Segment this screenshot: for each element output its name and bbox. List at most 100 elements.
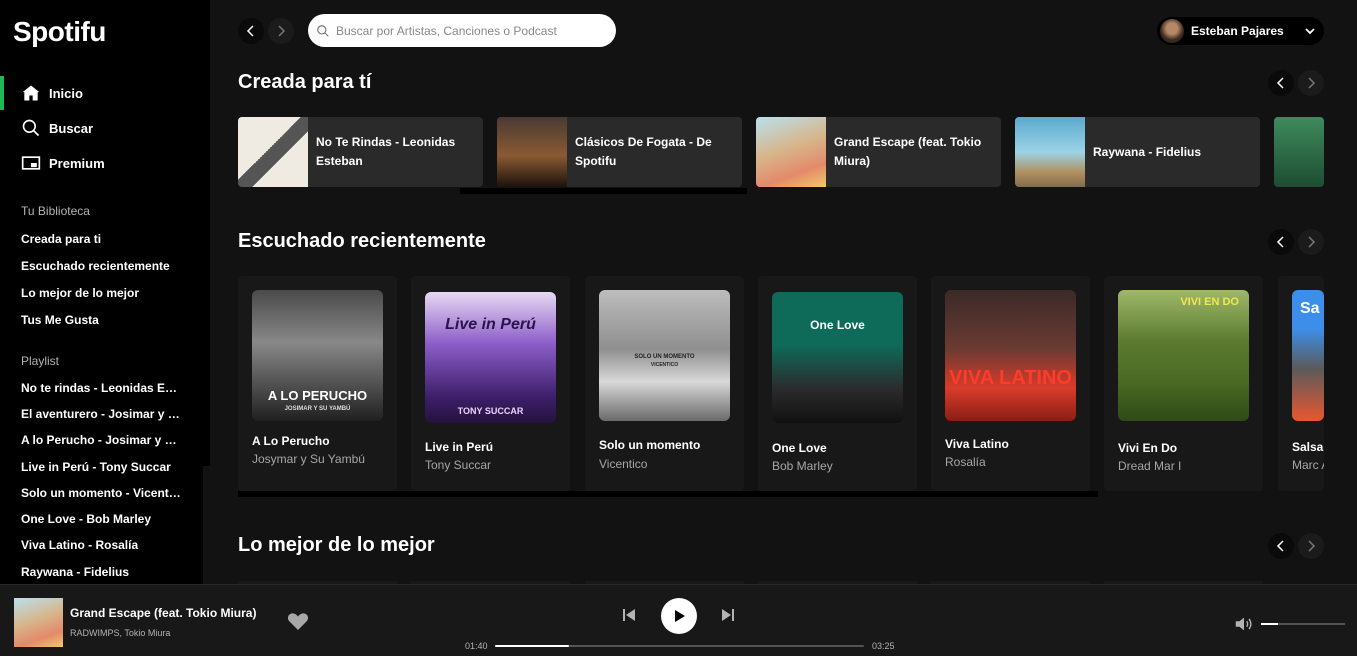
library-link[interactable]: Lo mejor de lo mejor bbox=[21, 286, 186, 300]
search-icon bbox=[21, 118, 41, 138]
nav-label: Inicio bbox=[49, 85, 83, 101]
now-playing-title[interactable]: Grand Escape (feat. Tokio Miura) bbox=[70, 606, 256, 620]
recent-card[interactable]: VIVA LATINO Viva Latino Rosalía bbox=[931, 276, 1090, 491]
playlist-cover bbox=[497, 117, 567, 187]
recent-next-button[interactable] bbox=[1298, 229, 1324, 255]
heart-icon[interactable] bbox=[286, 609, 310, 633]
progress-bar[interactable] bbox=[495, 645, 864, 647]
made-for-you-card[interactable]: Grand Escape (feat. Tokio Miura) bbox=[756, 117, 1001, 187]
playlist-cover bbox=[1015, 117, 1085, 187]
chevron-left-icon bbox=[1276, 540, 1284, 552]
chevron-right-icon bbox=[278, 25, 286, 37]
search-input[interactable] bbox=[336, 23, 596, 38]
card-artist: Vicentico bbox=[599, 457, 648, 471]
now-playing-artist[interactable]: RADWIMPS, Tokio Miura bbox=[70, 628, 170, 638]
card-title: Solo un momento bbox=[599, 438, 701, 452]
playlist-link[interactable]: A lo Perucho - Josimar y su Yambú bbox=[21, 433, 181, 447]
recent-card[interactable]: One Love One Love Bob Marley bbox=[758, 276, 917, 491]
card-artist: Tony Succar bbox=[425, 458, 492, 472]
play-icon bbox=[675, 610, 685, 622]
library-link[interactable]: Tus Me Gusta bbox=[21, 313, 186, 327]
next-track-icon[interactable] bbox=[720, 607, 736, 623]
volume-slider[interactable] bbox=[1261, 623, 1345, 625]
recent-card[interactable]: VIVI EN DO Vivi En Do Dread Mar I bbox=[1104, 276, 1263, 491]
made-for-you-next-button[interactable] bbox=[1298, 70, 1324, 96]
section-title-best: Lo mejor de lo mejor bbox=[238, 534, 435, 556]
cover-text: Sa bbox=[1300, 300, 1320, 317]
card-title: Salsa bbox=[1292, 440, 1324, 454]
play-button[interactable] bbox=[661, 598, 697, 634]
best-prev-button[interactable] bbox=[1268, 533, 1294, 559]
playlist-link[interactable]: One Love - Bob Marley bbox=[21, 512, 181, 526]
now-playing-cover[interactable] bbox=[14, 598, 63, 647]
horizontal-scrollbar[interactable] bbox=[460, 188, 747, 194]
card-title: A Lo Perucho bbox=[252, 434, 330, 448]
playlist-link[interactable]: Solo un momento - Vicentico bbox=[21, 486, 181, 500]
made-for-you-card[interactable]: Raywana - Fidelius bbox=[1015, 117, 1260, 187]
card-title: No Te Rindas - Leonidas Esteban bbox=[316, 135, 456, 168]
library-link[interactable]: Escuchado recientemente bbox=[21, 259, 186, 273]
nav-item-inicio[interactable]: Inicio bbox=[0, 76, 210, 110]
elapsed-time: 01:40 bbox=[465, 641, 488, 651]
card-title: Vivi En Do bbox=[1118, 441, 1178, 455]
cover-text: VIVA LATINO bbox=[949, 367, 1072, 389]
sidebar: Spotifu Inicio Buscar Premium Tu Bibliot… bbox=[0, 0, 210, 584]
best-next-button[interactable] bbox=[1298, 533, 1324, 559]
user-name: Esteban Pajares bbox=[1191, 24, 1284, 38]
playlist-link[interactable]: No te rindas - Leonidas Esteban bbox=[21, 381, 181, 395]
history-forward-button[interactable] bbox=[268, 18, 294, 44]
recent-card[interactable]: SOLO UN MOMENTO VICENTICO Solo un moment… bbox=[585, 276, 744, 491]
made-for-you-card[interactable] bbox=[1274, 117, 1324, 187]
user-menu[interactable]: Esteban Pajares bbox=[1157, 17, 1324, 45]
card-artist: Rosalía bbox=[945, 455, 986, 469]
search-icon bbox=[317, 24, 329, 37]
playlist-cover bbox=[756, 117, 826, 187]
previous-track-icon[interactable] bbox=[621, 607, 637, 623]
made-for-you-prev-button[interactable] bbox=[1268, 70, 1294, 96]
chevron-right-icon bbox=[1308, 540, 1316, 552]
card-title: Grand Escape (feat. Tokio Miura) bbox=[834, 135, 982, 168]
volume-fill bbox=[1261, 623, 1278, 625]
playlist-link[interactable]: El aventurero - Josimar y su Yambú bbox=[21, 407, 181, 421]
card-title: Raywana - Fidelius bbox=[1093, 144, 1202, 159]
made-for-you-card[interactable]: No Te Rindas - Leonidas Esteban bbox=[238, 117, 483, 187]
card-artist: Bob Marley bbox=[772, 459, 833, 473]
cover-text: VIVI EN DO bbox=[1180, 296, 1239, 308]
app-root: Spotifu Inicio Buscar Premium Tu Bibliot… bbox=[0, 0, 1357, 656]
chevron-left-icon bbox=[1276, 236, 1284, 248]
recent-card[interactable]: Live in Perú TONY SUCCAR Live in Perú To… bbox=[411, 276, 570, 491]
recent-card[interactable]: A LO PERUCHO JOSIMAR Y SU YAMBÚ A Lo Per… bbox=[238, 276, 397, 491]
chevron-down-icon bbox=[1305, 28, 1315, 35]
nav-item-buscar[interactable]: Buscar bbox=[0, 111, 210, 145]
playlist-link[interactable]: Viva Latino - Rosalía bbox=[21, 538, 181, 552]
sidebar-scroll-edge bbox=[203, 466, 210, 584]
recent-prev-button[interactable] bbox=[1268, 229, 1294, 255]
cover-text: Live in Perú bbox=[445, 316, 536, 333]
section-title-made-for-you: Creada para tí bbox=[238, 71, 372, 93]
home-icon bbox=[21, 83, 41, 103]
made-for-you-card[interactable]: Clásicos De Fogata - De Spotifu bbox=[497, 117, 742, 187]
search-bar[interactable] bbox=[308, 14, 616, 47]
card-artist: Dread Mar I bbox=[1118, 459, 1182, 473]
album-cover: SOLO UN MOMENTO VICENTICO bbox=[599, 290, 730, 421]
volume-icon[interactable] bbox=[1233, 613, 1255, 635]
library-link[interactable]: Creada para ti bbox=[21, 232, 186, 246]
nav-item-premium[interactable]: Premium bbox=[0, 146, 210, 180]
playlist-heading: Playlist bbox=[21, 354, 60, 368]
playlist-link[interactable]: Live in Perú - Tony Succar bbox=[21, 460, 181, 474]
horizontal-scrollbar[interactable] bbox=[238, 491, 1098, 497]
playlist-cover bbox=[1274, 117, 1324, 187]
player-bar: Grand Escape (feat. Tokio Miura) RADWIMP… bbox=[0, 584, 1357, 656]
card-title: Clásicos De Fogata - De Spotifu bbox=[575, 135, 712, 168]
playlist-link[interactable]: Raywana - Fidelius bbox=[21, 565, 181, 579]
app-logo[interactable]: Spotifu bbox=[13, 16, 106, 48]
recent-card[interactable]: Sa Salsa Marc A bbox=[1278, 276, 1324, 491]
duration-time: 03:25 bbox=[872, 641, 895, 651]
premium-icon bbox=[21, 153, 41, 173]
album-cover: Sa bbox=[1292, 290, 1324, 421]
nav-label: Premium bbox=[49, 155, 105, 171]
history-back-button[interactable] bbox=[238, 18, 264, 44]
chevron-left-icon bbox=[246, 25, 254, 37]
playlist-cover bbox=[238, 117, 308, 187]
album-cover: VIVI EN DO bbox=[1118, 290, 1249, 421]
